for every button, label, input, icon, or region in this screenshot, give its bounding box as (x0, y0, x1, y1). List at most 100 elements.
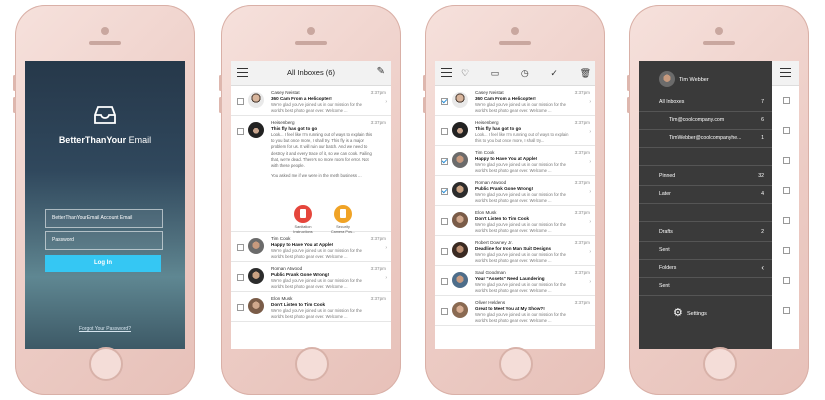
select-checkbox[interactable] (237, 274, 244, 281)
chevron-right-icon: › (385, 99, 387, 105)
message-time: 3:37pm (574, 150, 590, 155)
message-time: 3:37pm (574, 180, 590, 185)
sender-name: Roman Atwood (475, 180, 507, 185)
sender-name: Elon Musk (271, 296, 293, 301)
message-body: Look... I feel like I'm running out of w… (271, 132, 375, 183)
message-row[interactable]: Robert Downey Jr. 3:37pm Deadline for Ir… (435, 236, 595, 266)
avatar (452, 212, 468, 228)
message-row[interactable]: Tim Cook 3:37pm Happy to Have You at App… (435, 146, 595, 176)
message-preview: We're glad you've joined us in our missi… (475, 222, 566, 233)
chevron-right-icon: › (589, 99, 591, 105)
sender-name: Tim Cook (475, 150, 495, 155)
select-checkbox[interactable] (441, 248, 448, 255)
message-row[interactable]: Roman Atwood 3:37pm Public Prank Gone Wr… (435, 176, 595, 206)
chevron-right-icon: › (589, 219, 591, 225)
select-checkbox[interactable] (441, 128, 448, 135)
message-subject: This fly has got to go (271, 126, 318, 131)
front-camera (511, 27, 519, 35)
user-name: Tim Webber (679, 77, 709, 83)
select-checkbox (783, 247, 790, 254)
compose-icon[interactable]: ✎ (377, 67, 385, 77)
home-button (703, 347, 737, 381)
settings-link[interactable]: Settings (687, 311, 707, 317)
message-preview: We're glad you've joined us in our missi… (271, 102, 362, 113)
clock-icon[interactable]: ◷ (521, 67, 529, 79)
email-field[interactable]: BetterThanYourEmail Account Email (45, 209, 163, 228)
sender-name: Elon Musk (475, 210, 497, 215)
message-row[interactable]: Casey Neistat 3:37pm 360 Cam From a Heli… (435, 86, 595, 116)
message-list: Casey Neistat 3:37pm 360 Cam From a Heli… (231, 86, 391, 322)
hamburger-menu-icon[interactable] (441, 68, 452, 78)
chevron-right-icon: › (385, 275, 387, 281)
avatar (452, 122, 468, 138)
front-camera (715, 27, 723, 35)
inbox-screen: All Inboxes (6) ✎ Casey Neistat 3:37pm 3… (231, 61, 391, 349)
message-subject: 360 Cam From a Helicopter! (475, 96, 536, 101)
folder-icon[interactable]: ▭ (491, 67, 500, 79)
trash-icon[interactable]: 🗑 (580, 67, 591, 79)
message-row[interactable]: Saul Goodman 3:37pm Your "Assets" Need L… (435, 266, 595, 296)
menu-item-account[interactable]: TimWebber@coolcompanyhe... 1 (669, 135, 764, 145)
sender-name: Oliver Heldens (475, 300, 506, 305)
menu-item-folders[interactable]: Folders ‹ (659, 263, 764, 275)
message-row[interactable]: Casey Neistat 3:37pm 360 Cam From a Heli… (231, 86, 391, 116)
gear-icon[interactable]: ⚙ (673, 308, 684, 319)
chevron-left-icon: ‹ (761, 263, 764, 272)
message-row[interactable]: Heisenberg 3:37pm This fly has got to go… (435, 116, 595, 146)
count-badge: 32 (758, 173, 764, 179)
avatar (452, 272, 468, 288)
select-checkbox[interactable] (237, 128, 244, 135)
earpiece-speaker (499, 41, 531, 45)
message-preview: We're glad you've joined us in our missi… (475, 282, 566, 293)
menu-item-sent-folder[interactable]: Sent (659, 283, 764, 293)
message-preview: We're glad you've joined us in our missi… (475, 252, 566, 263)
menu-item-later[interactable]: Later 4 (659, 191, 764, 201)
divider (639, 221, 772, 222)
check-icon[interactable]: ✓ (550, 67, 558, 79)
chevron-right-icon: › (589, 129, 591, 135)
message-row[interactable]: Oliver Heldens 3:37pm Great to Meet You … (435, 296, 595, 326)
document-icon (294, 205, 312, 223)
earpiece-speaker (89, 41, 121, 45)
message-preview: We're glad you've joined us in our missi… (475, 102, 566, 113)
message-row[interactable]: Roman Atwood 3:37pm Public Prank Gone Wr… (231, 262, 391, 292)
front-camera (307, 27, 315, 35)
sender-name: Roman Atwood (271, 266, 303, 271)
select-checkbox[interactable] (441, 158, 448, 165)
select-checkbox[interactable] (441, 308, 448, 315)
message-subject: 360 Cam From a Helicopter! (271, 96, 332, 101)
select-checkbox[interactable] (441, 98, 448, 105)
message-row[interactable]: Elon Musk 3:37pm Don't Listen to Tim Coo… (231, 292, 391, 322)
menu-item-sent[interactable]: Sent (659, 247, 764, 257)
menu-item-all-inboxes[interactable]: All Inboxes 7 (659, 99, 764, 109)
message-row[interactable]: Elon Musk 3:37pm Don't Listen to Tim Coo… (435, 206, 595, 236)
divider (639, 259, 772, 260)
chevron-right-icon: › (385, 245, 387, 251)
select-checkbox[interactable] (237, 244, 244, 251)
collapsed-inbox-preview[interactable] (772, 61, 799, 349)
select-checkbox[interactable] (237, 98, 244, 105)
forgot-password-link[interactable]: Forgot Your Password? (25, 326, 185, 332)
select-checkbox[interactable] (441, 278, 448, 285)
divider (639, 165, 772, 166)
select-checkbox[interactable] (441, 218, 448, 225)
inbox-header: All Inboxes (6) ✎ (231, 61, 391, 86)
select-checkbox[interactable] (441, 188, 448, 195)
expanded-message[interactable]: Heisenberg 3:37pm This fly has got to go… (231, 116, 391, 234)
count-badge: 7 (761, 99, 764, 105)
menu-item-drafts[interactable]: Drafts 2 (659, 229, 764, 239)
login-button[interactable]: Log In (45, 255, 161, 272)
attachment[interactable]: Security Camera Pos... (329, 205, 357, 234)
select-checkbox[interactable] (237, 304, 244, 311)
attachment[interactable]: Sanitation Instructions (289, 205, 317, 234)
menu-item-pinned[interactable]: Pinned 32 (659, 173, 764, 183)
message-row[interactable]: Tim Cook 3:37pm Happy to Have You at App… (231, 232, 391, 262)
message-subject: Happy to Have You at Apple! (271, 242, 334, 247)
avatar (248, 298, 264, 314)
message-time: 3:37pm (574, 90, 590, 95)
count-badge: 4 (761, 191, 764, 197)
heart-icon[interactable]: ♡ (461, 67, 469, 79)
hamburger-menu-icon[interactable] (780, 68, 791, 78)
password-field[interactable]: Password (45, 231, 163, 250)
menu-item-account[interactable]: Tim@coolcompany.com 6 (669, 117, 764, 127)
